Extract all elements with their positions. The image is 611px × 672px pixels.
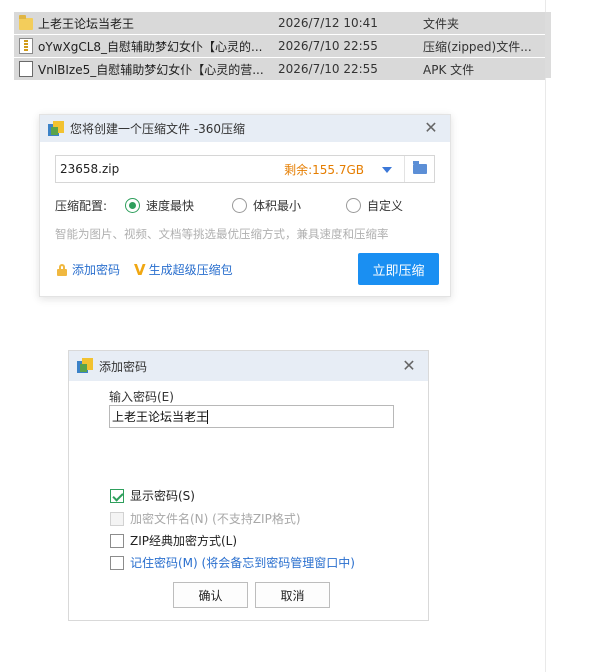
- file-type: APK 文件: [423, 62, 475, 77]
- file-name: oYwXgCL8_自慰辅助梦幻女仆【心灵的...: [38, 39, 263, 54]
- archive-app-icon: [48, 120, 64, 137]
- radio-icon[interactable]: [346, 197, 361, 213]
- checkbox-label: 记住密码(M) (将会备忘到密码管理窗口中): [130, 556, 355, 570]
- checkbox-label: ZIP经典加密方式(L): [130, 534, 238, 548]
- checkbox-icon[interactable]: [110, 533, 124, 548]
- folder-icon: [412, 161, 427, 174]
- password-input[interactable]: [109, 405, 394, 428]
- ok-button[interactable]: 确认: [173, 582, 248, 608]
- apk-file-icon: [19, 61, 33, 77]
- radio-smallest[interactable]: 体积最小: [232, 197, 301, 214]
- close-icon[interactable]: ✕: [400, 357, 418, 375]
- radio-selected-icon[interactable]: [125, 197, 140, 213]
- file-type: 压缩(zipped)文件...: [423, 39, 532, 54]
- browse-folder-button[interactable]: [404, 156, 434, 182]
- checkbox-disabled-icon: [110, 511, 124, 526]
- checkbox-icon[interactable]: [110, 555, 124, 570]
- compress-dialog-titlebar[interactable]: 您将创建一个压缩文件 -360压缩 ✕: [40, 115, 450, 142]
- archive-filename[interactable]: 23658.zip: [60, 162, 119, 176]
- pane-divider: [545, 0, 546, 672]
- password-dialog-titlebar[interactable]: 添加密码 ✕: [69, 351, 428, 381]
- show-password-checkbox[interactable]: 显示密码(S): [110, 487, 195, 504]
- radio-icon[interactable]: [232, 197, 247, 213]
- checkbox-checked-icon[interactable]: [110, 488, 124, 503]
- checkbox-label: 显示密码(S): [130, 489, 195, 503]
- file-name: 上老王论坛当老王: [38, 16, 135, 31]
- remaining-space: 剩余:155.7GB: [284, 162, 364, 177]
- add-password-link[interactable]: 添加密码: [72, 261, 120, 278]
- link-row: 添加密码 V 生成超级压缩包: [56, 261, 233, 278]
- password-dialog-title: 添加密码: [99, 359, 148, 374]
- compress-hint: 智能为图片、视频、文档等挑选最优压缩方式，兼具速度和压缩率: [55, 227, 389, 241]
- encrypt-filenames-checkbox: 加密文件名(N) (不支持ZIP格式): [110, 510, 301, 527]
- password-dialog: 添加密码 ✕ 输入密码(E) 显示密码(S) 加密文件名(N) (不支持ZIP格…: [68, 350, 429, 621]
- v-badge-icon: V: [134, 260, 146, 279]
- radio-label: 速度最快: [146, 198, 195, 213]
- super-pack-link[interactable]: 生成超级压缩包: [149, 261, 233, 278]
- close-icon[interactable]: ✕: [422, 119, 440, 137]
- archive-app-icon: [77, 358, 93, 374]
- lock-icon: [56, 263, 68, 276]
- file-row-folder[interactable]: 上老王论坛当老王 2026/7/12 10:41 文件夹: [14, 12, 545, 34]
- file-date: 2026/7/10 22:55: [278, 39, 378, 53]
- compress-now-button[interactable]: 立即压缩: [358, 253, 439, 285]
- radio-label: 自定义: [367, 198, 404, 213]
- remember-password-checkbox[interactable]: 记住密码(M) (将会备忘到密码管理窗口中): [110, 554, 355, 571]
- file-row-zip[interactable]: oYwXgCL8_自慰辅助梦幻女仆【心灵的... 2026/7/10 22:55…: [14, 35, 545, 57]
- cancel-button[interactable]: 取消: [255, 582, 330, 608]
- archive-name-field[interactable]: 23658.zip 剩余:155.7GB: [55, 155, 435, 183]
- file-date: 2026/7/12 10:41: [278, 16, 378, 30]
- scrollbar[interactable]: [545, 12, 551, 78]
- password-input-label: 输入密码(E): [109, 390, 174, 404]
- compress-dialog-title: 您将创建一个压缩文件 -360压缩: [70, 122, 246, 136]
- compress-config-row: 压缩配置: 速度最快 体积最小 自定义: [55, 195, 435, 215]
- file-type: 文件夹: [423, 16, 460, 31]
- file-row-apk[interactable]: VnlBIze5_自慰辅助梦幻女仆【心灵的营... 2026/7/10 22:5…: [14, 58, 545, 80]
- file-name: VnlBIze5_自慰辅助梦幻女仆【心灵的营...: [38, 62, 264, 77]
- file-list: 上老王论坛当老王 2026/7/12 10:41 文件夹 oYwXgCL8_自慰…: [14, 12, 545, 80]
- text-caret: [207, 410, 208, 424]
- file-date: 2026/7/10 22:55: [278, 62, 378, 76]
- radio-label: 体积最小: [253, 198, 302, 213]
- checkbox-label: 加密文件名(N) (不支持ZIP格式): [130, 512, 301, 526]
- folder-icon: [19, 15, 33, 30]
- chevron-down-icon[interactable]: [382, 167, 392, 173]
- radio-fastest[interactable]: 速度最快: [125, 197, 194, 214]
- compress-dialog: 您将创建一个压缩文件 -360压缩 ✕ 23658.zip 剩余:155.7GB…: [39, 114, 451, 297]
- radio-custom[interactable]: 自定义: [346, 197, 403, 214]
- zip-file-icon: [19, 38, 33, 54]
- zip-classic-encryption-checkbox[interactable]: ZIP经典加密方式(L): [110, 532, 237, 549]
- compress-config-label: 压缩配置:: [55, 198, 108, 213]
